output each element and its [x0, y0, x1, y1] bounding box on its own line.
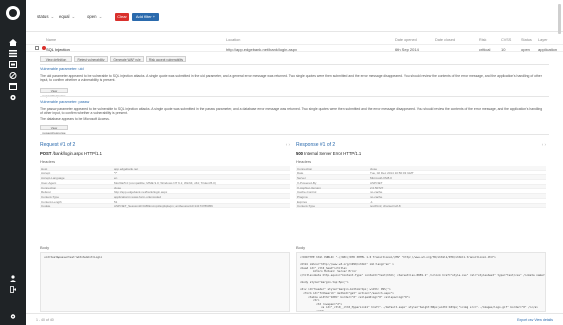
row-status: open [521, 47, 530, 52]
row-location: http://app.edgebank.net/bank/login.aspx [226, 47, 297, 52]
gear-icon[interactable] [10, 313, 16, 320]
column-header-status[interactable]: Status [521, 38, 532, 42]
request-headers-table: Host app.edgebank.net Accept */* Accept-La… [40, 166, 290, 208]
request-pager: ‹ › [286, 142, 290, 147]
risk-accept-button[interactable]: Risk accept vulnerability [146, 56, 186, 62]
request-path: /bank/login.aspx HTTP/1.1 [52, 151, 102, 156]
request-body[interactable]: uid=test&passw=test'&btnSubmit=Login [40, 252, 290, 312]
filter-value-select[interactable]: open ⌄ [87, 13, 109, 21]
param1-title: Vulnerable parameter: uid [40, 67, 84, 71]
divider [40, 64, 549, 65]
column-header-layer[interactable]: Layer [538, 38, 548, 42]
chevron-left-icon[interactable]: ‹ [286, 142, 288, 147]
row-date-opened: 6th Sep 2014 [395, 47, 419, 52]
footer: 1 - 40 of 40 Export csv View details [26, 313, 563, 325]
header-value: text/html; charset=utf-8 [370, 204, 401, 209]
clear-filter-button[interactable]: Clear [115, 13, 129, 21]
list-icon[interactable] [9, 50, 17, 57]
scrollbar[interactable] [558, 4, 561, 34]
row-cvss: 10 [501, 47, 506, 52]
chevron-right-icon[interactable]: › [545, 142, 547, 147]
column-header-risk[interactable]: Risk [479, 38, 486, 42]
row-layer: application [538, 47, 558, 52]
filter-operator-value: equal [59, 14, 70, 19]
sidebar [0, 0, 26, 325]
chevron-down-icon: ⌄ [50, 14, 55, 19]
chevron-down-icon: ⌄ [71, 14, 76, 19]
column-header-location[interactable]: Location [226, 38, 240, 42]
table-row: Cookie ASP.NET_SessionId=0d5lkmcxp1lsxj4q… [40, 203, 290, 209]
divider [40, 96, 549, 97]
param2-title: Vulnerable parameter: passw [40, 100, 90, 104]
settings-icon[interactable] [9, 94, 17, 101]
expand-row-checkbox[interactable] [35, 46, 39, 50]
view-definition-button[interactable]: View definition [40, 56, 72, 62]
table-row: Content-Type text/html; charset=utf-8 [296, 203, 546, 209]
request-body-label: Body [40, 245, 50, 250]
user-icon[interactable] [10, 275, 16, 282]
header-key: Cookie [41, 204, 51, 209]
app-window: status ⌄ equal ⌄ open ⌄ Clear Add filter + … [0, 0, 563, 325]
chevron-right-icon[interactable]: › [289, 142, 291, 147]
footer-links[interactable]: Export csv View details [517, 318, 553, 322]
response-headers-label: Headers [296, 159, 312, 164]
response-body-label: Body [296, 245, 306, 250]
add-filter-button[interactable]: Add filter + [132, 13, 159, 21]
request-line: POST /bank/login.aspx HTTP/1.1 [40, 151, 102, 156]
response-status-text: Internal Server Error HTTP/1.1 [304, 151, 362, 156]
param2-extra: The database appears to be Microsoft Acc… [40, 117, 110, 121]
chevron-down-icon: ⌄ [98, 14, 103, 19]
logout-icon[interactable] [10, 286, 16, 293]
param1-view-request-button[interactable]: View request/response [40, 88, 68, 98]
request-method: POST [40, 151, 52, 156]
column-header-name[interactable]: Name [46, 38, 56, 42]
app-logo[interactable] [6, 6, 20, 20]
request-title: Request #1 of 2 [40, 142, 76, 148]
row-risk: critical [479, 47, 491, 52]
column-header-cvss[interactable]: CVSS [501, 38, 511, 42]
response-title: Response #1 of 2 [296, 142, 336, 148]
param1-description: The uid parameter appeared to be vulnera… [40, 74, 542, 83]
filter-bar: status ⌄ equal ⌄ open ⌄ Clear Add filter + [26, 0, 563, 34]
plus-icon: + [152, 14, 156, 19]
chevron-left-icon[interactable]: ‹ [542, 142, 544, 147]
response-body[interactable]: <!DOCTYPE html PUBLIC "-//W3C//DTD XHTML… [296, 252, 546, 312]
home-icon[interactable] [9, 39, 17, 46]
column-header-date-closed[interactable]: Date closed [435, 38, 455, 42]
row-name: SQL Injection [46, 47, 70, 52]
add-filter-label: Add filter [135, 14, 152, 19]
param2-description: The passw parameter appeared to be vulne… [40, 107, 543, 116]
retest-vulnerability-button[interactable]: Retest vulnerability [74, 56, 108, 62]
report-icon[interactable] [9, 83, 17, 90]
table-row[interactable]: SQL Injection http://app.edgebank.net/ba… [26, 44, 563, 52]
filter-field-select[interactable]: status ⌄ [37, 13, 57, 21]
filter-operator-select[interactable]: equal ⌄ [59, 13, 85, 21]
filter-field-value: status [37, 14, 49, 19]
response-status-code: 500 [296, 151, 303, 156]
param2-view-request-button[interactable]: View request/response [40, 125, 68, 135]
filter-value-value: open [87, 14, 97, 19]
column-header-date-opened[interactable]: Date opened [395, 38, 417, 42]
scan-icon[interactable] [9, 61, 17, 68]
pagination-summary: 1 - 40 of 40 [36, 318, 54, 322]
divider [40, 134, 549, 135]
request-headers-label: Headers [40, 159, 56, 164]
vulnerability-icon[interactable] [9, 72, 17, 79]
response-pager: ‹ › [542, 142, 546, 147]
risk-indicator-icon [42, 46, 46, 50]
generate-waf-rule-button[interactable]: Generate WAF rule [110, 56, 144, 62]
header-key: Content-Type [297, 204, 316, 209]
response-headers-table: Connection close Date Tue, 02 Dec 2014 10:… [296, 166, 546, 208]
response-line: 500 Internal Server Error HTTP/1.1 [296, 151, 361, 156]
header-value: ASP.NET_SessionId=0d5lkmcxp1lsxj4qlsvpn;… [114, 204, 213, 209]
